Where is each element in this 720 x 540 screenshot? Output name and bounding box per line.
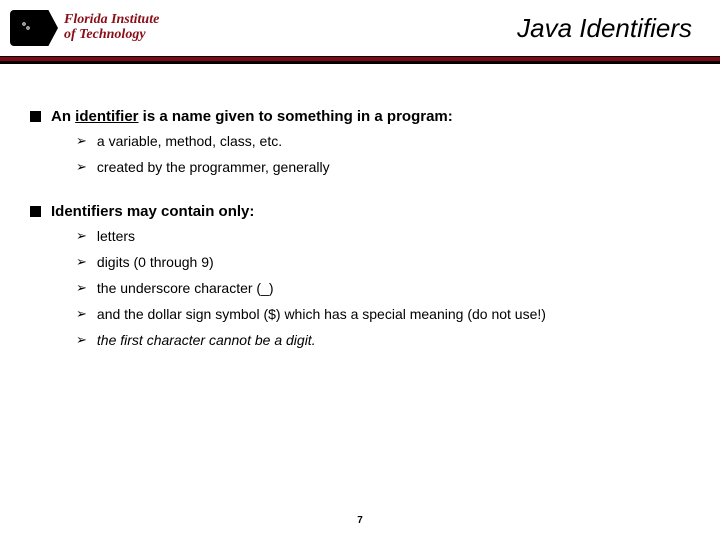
logo-text: Florida Institute of Technology <box>64 13 159 42</box>
arrow-icon: ➢ <box>76 159 87 175</box>
sub-bullet: ➢ the underscore character (_) <box>76 280 690 296</box>
arrow-icon: ➢ <box>76 332 87 348</box>
bullet-point: An identifier is a name given to somethi… <box>30 108 690 125</box>
sub-bullet-text: created by the programmer, generally <box>97 159 330 175</box>
slide-header: Florida Institute of Technology Java Ide… <box>0 0 720 56</box>
arrow-icon: ➢ <box>76 306 87 322</box>
sub-bullet-list: ➢ letters ➢ digits (0 through 9) ➢ the u… <box>76 228 690 348</box>
bullet-prefix: An <box>51 108 75 125</box>
sub-bullet: ➢ created by the programmer, generally <box>76 159 690 175</box>
sub-bullet-list: ➢ a variable, method, class, etc. ➢ crea… <box>76 133 690 175</box>
arrow-icon: ➢ <box>76 228 87 244</box>
square-bullet-icon <box>30 111 41 122</box>
bullet-keyword: identifier <box>75 108 138 125</box>
sub-bullet-text: the underscore character (_) <box>97 280 274 296</box>
sub-bullet-text: the first character cannot be a digit. <box>97 332 316 348</box>
logo-line-2: of Technology <box>64 28 159 43</box>
sub-bullet: ➢ digits (0 through 9) <box>76 254 690 270</box>
arrow-icon: ➢ <box>76 254 87 270</box>
sub-bullet-text: a variable, method, class, etc. <box>97 133 282 149</box>
sub-bullet: ➢ a variable, method, class, etc. <box>76 133 690 149</box>
arrow-icon: ➢ <box>76 133 87 149</box>
bullet-text: Identifiers may contain only: <box>51 203 254 220</box>
logo-line-1: Florida Institute <box>64 13 159 28</box>
sub-bullet: ➢ letters <box>76 228 690 244</box>
square-bullet-icon <box>30 206 41 217</box>
bullet-suffix: Identifiers may contain only: <box>51 203 254 220</box>
page-number: 7 <box>0 515 720 526</box>
bullet-suffix: is a name given to something in a progra… <box>139 108 453 125</box>
sub-bullet-text: and the dollar sign symbol ($) which has… <box>97 306 546 322</box>
sub-bullet-text: letters <box>97 228 135 244</box>
arrow-icon: ➢ <box>76 280 87 296</box>
bullet-text: An identifier is a name given to somethi… <box>51 108 453 125</box>
sub-bullet: ➢ and the dollar sign symbol ($) which h… <box>76 306 690 322</box>
panther-icon <box>10 10 58 46</box>
sub-bullet-text: digits (0 through 9) <box>97 254 214 270</box>
bullet-point: Identifiers may contain only: <box>30 203 690 220</box>
sub-bullet: ➢ the first character cannot be a digit. <box>76 332 690 348</box>
slide-title: Java Identifiers <box>517 13 692 44</box>
institution-logo: Florida Institute of Technology <box>10 10 159 46</box>
header-rule <box>0 56 720 64</box>
slide-body: An identifier is a name given to somethi… <box>0 64 720 348</box>
